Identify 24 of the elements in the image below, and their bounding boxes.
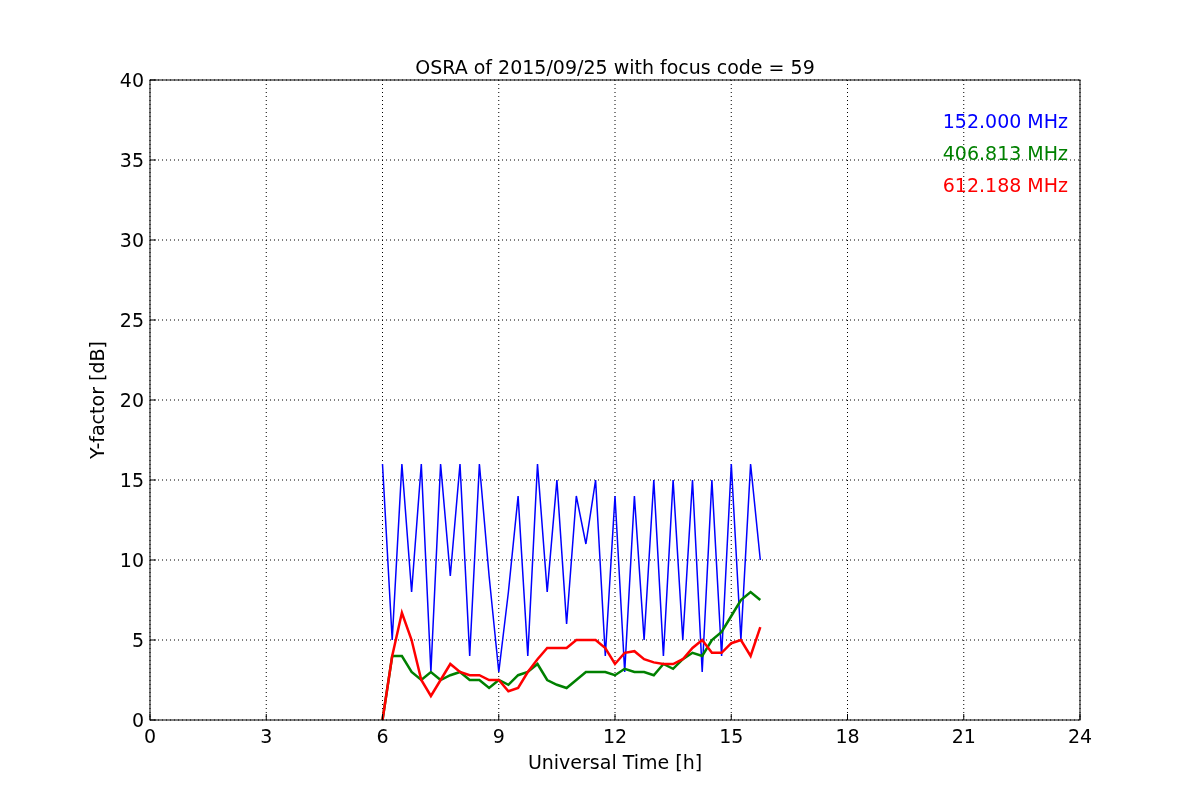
y-tick-label: 20	[119, 389, 144, 411]
y-tick-label: 15	[119, 469, 144, 491]
x-tick-label: 0	[143, 725, 157, 747]
x-tick-label: 15	[719, 725, 744, 747]
x-tick-label: 9	[492, 725, 505, 747]
y-axis-label: Y-factor [dB]	[86, 341, 108, 459]
x-tick-label: 12	[602, 725, 628, 747]
y-tick-label: 0	[131, 709, 144, 731]
x-tick-label: 24	[1067, 725, 1093, 747]
x-tick-label: 18	[835, 725, 860, 747]
legend-label: 152.000 MHz	[942, 110, 1068, 132]
y-tick-label: 30	[119, 229, 144, 251]
x-tick-label: 6	[376, 725, 389, 747]
chart-title: OSRA of 2015/09/25 with focus code = 59	[415, 56, 815, 78]
x-tick-label: 21	[951, 725, 976, 747]
x-tick-label: 3	[260, 725, 273, 747]
y-tick-label: 5	[131, 629, 144, 651]
y-tick-label: 40	[119, 69, 144, 91]
x-axis-label: Universal Time [h]	[527, 751, 703, 773]
legend-label: 612.188 MHz	[942, 174, 1068, 196]
y-tick-label: 10	[119, 549, 144, 571]
legend-label: 406.813 MHz	[942, 142, 1068, 164]
y-tick-label: 25	[119, 309, 144, 331]
y-tick-label: 35	[119, 149, 144, 171]
